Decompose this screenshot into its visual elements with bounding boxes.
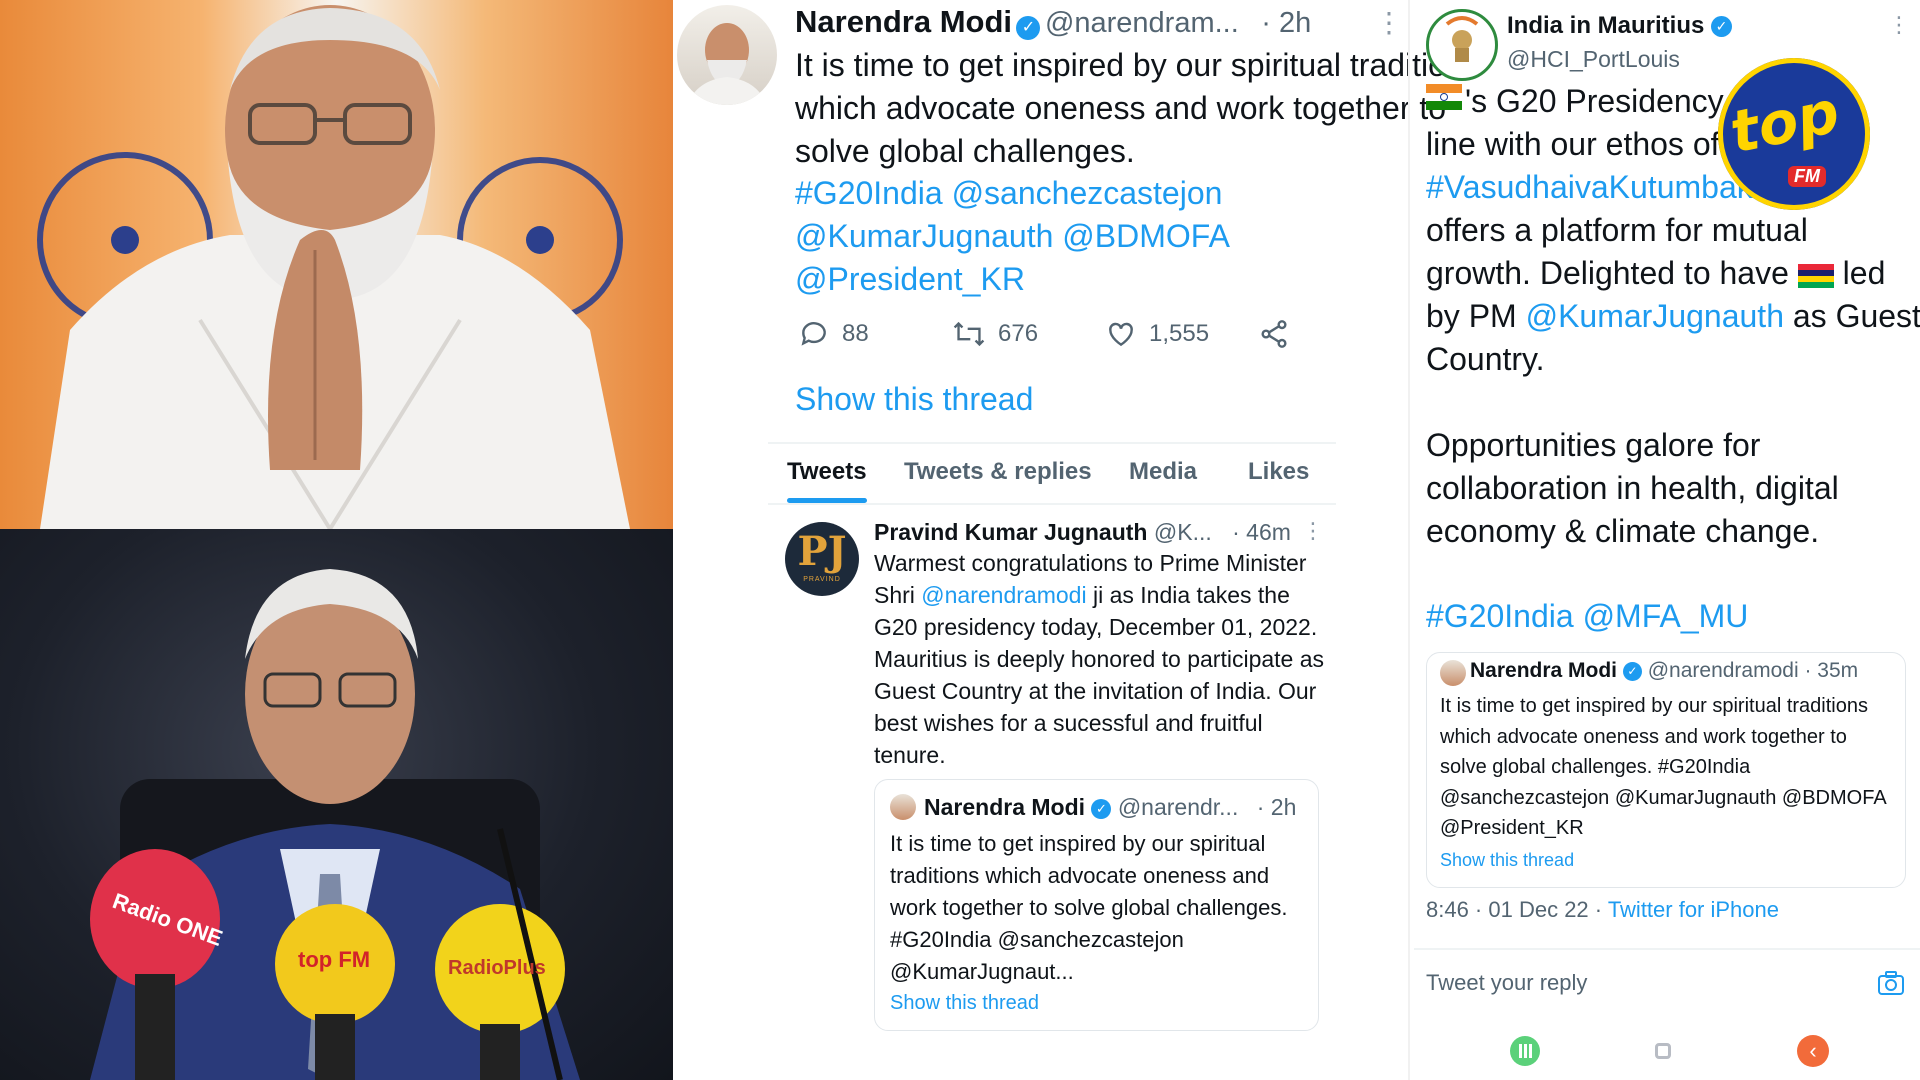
hci-quote-handle: @narendramodi · 35m bbox=[1647, 659, 1859, 682]
tabs-divider-bottom bbox=[768, 503, 1336, 505]
show-this-thread-link[interactable]: Show this thread bbox=[795, 381, 1033, 418]
reply-icon bbox=[801, 322, 826, 346]
tabs-divider-top bbox=[768, 442, 1336, 444]
jugnauth-mention[interactable]: @narendramodi bbox=[921, 582, 1086, 608]
verified-badge-icon: ✓ bbox=[1016, 15, 1041, 40]
hci-line4-b: led bbox=[1833, 255, 1886, 291]
quote-avatar bbox=[890, 794, 916, 820]
jugnauth-avatar[interactable]: PJ PRAVIND bbox=[785, 522, 859, 596]
emblem-icon bbox=[1445, 16, 1479, 62]
quote-handle: @narendr... bbox=[1117, 794, 1239, 820]
modi-tweet-header: Narendra Modi ✓ @narendram... · 2h bbox=[795, 4, 1311, 40]
modi-tweet-tag-line-3[interactable]: @President_KR bbox=[795, 258, 1495, 301]
hci-quote-verified-icon: ✓ bbox=[1622, 661, 1642, 681]
more-options-icon[interactable]: ⋮ bbox=[1375, 6, 1403, 39]
quote-header: Narendra Modi ✓ @narendr... · 2h bbox=[924, 794, 1296, 821]
modi-tweet-text: It is time to get inspired by our spirit… bbox=[795, 47, 1480, 169]
quote-name: Narendra Modi bbox=[924, 794, 1086, 820]
jugnauth-time[interactable]: · 46m bbox=[1232, 519, 1291, 545]
back-icon[interactable]: ‹ bbox=[1797, 1035, 1829, 1067]
jugnauth-more-icon[interactable]: ⋮ bbox=[1302, 518, 1324, 544]
modi-tweet-time[interactable]: · 2h bbox=[1261, 7, 1311, 39]
camera-icon[interactable] bbox=[1877, 970, 1905, 1001]
jugnauth-tweet-text: Warmest congratulations to Prime Ministe… bbox=[874, 547, 1334, 771]
top-fm-logo: top FM bbox=[1718, 58, 1870, 210]
like-action[interactable]: 1,555 bbox=[1105, 318, 1209, 350]
retweet-action[interactable]: 676 bbox=[952, 318, 1038, 350]
jugnauth-avatar-monogram: PJ bbox=[797, 528, 847, 575]
hci-text-line-3: offers a platform for mutual bbox=[1426, 212, 1808, 248]
retweet-count: 676 bbox=[998, 320, 1039, 347]
jugnauth-tweet-header: Pravind Kumar Jugnauth @K... · 46m bbox=[874, 519, 1291, 546]
modi-avatar[interactable] bbox=[677, 5, 777, 105]
hci-quote-show-thread-link[interactable]: Show this thread bbox=[1440, 850, 1574, 871]
quote-show-thread-link[interactable]: Show this thread bbox=[890, 992, 1039, 1015]
tab-tweets-replies[interactable]: Tweets & replies bbox=[904, 458, 1092, 486]
hci-text-line-4: growth. Delighted to have led bbox=[1426, 252, 1896, 295]
quote-time: · 2h bbox=[1256, 794, 1297, 820]
tab-tweets[interactable]: Tweets bbox=[787, 458, 867, 486]
jugnauth-avatar-sub: PRAVIND bbox=[803, 576, 841, 583]
hci-paragraph-2: Opportunities galore for collaboration i… bbox=[1426, 427, 1839, 549]
modi-tweet-handle[interactable]: @narendram... bbox=[1045, 7, 1239, 39]
hci-tags[interactable]: #G20India @MFA_MU bbox=[1426, 595, 1896, 638]
hci-line5-b: as Guest bbox=[1783, 298, 1920, 334]
tweet-reply-input[interactable]: Tweet your reply bbox=[1426, 970, 1587, 996]
hci-timestamp: 8:46 · 01 Dec 22 · bbox=[1426, 897, 1608, 922]
reply-action[interactable]: 88 bbox=[798, 318, 869, 350]
column-divider bbox=[1408, 0, 1410, 1080]
reply-count: 88 bbox=[842, 320, 869, 347]
tab-media[interactable]: Media bbox=[1129, 458, 1197, 486]
jugnauth-text-after: ji as India takes the G20 presidency tod… bbox=[874, 582, 1325, 768]
hci-tweet-meta: 8:46 · 01 Dec 22 · Twitter for iPhone bbox=[1426, 897, 1779, 923]
hci-quote-name: Narendra Modi bbox=[1470, 659, 1618, 682]
jugnauth-photo-art bbox=[90, 569, 580, 1080]
like-count: 1,555 bbox=[1149, 320, 1210, 347]
share-icon[interactable] bbox=[1258, 318, 1290, 355]
hci-avatar[interactable] bbox=[1426, 9, 1498, 81]
hci-mention-jugnauth[interactable]: @KumarJugnauth bbox=[1526, 298, 1784, 334]
tab-likes[interactable]: Likes bbox=[1248, 458, 1309, 486]
quote-text: It is time to get inspired by our spirit… bbox=[890, 831, 1288, 984]
mauritius-flag-icon bbox=[1797, 263, 1834, 288]
hci-quote-header: Narendra Modi ✓ @narendramodi · 35m bbox=[1470, 659, 1858, 683]
modi-photo-art bbox=[37, 5, 630, 529]
modi-photo bbox=[0, 0, 673, 529]
hci-text-line-6: Country. bbox=[1426, 341, 1545, 377]
hci-header: India in Mauritius ✓ bbox=[1507, 12, 1733, 40]
modi-avatar-art bbox=[687, 23, 767, 105]
hci-text-line-5: by PM @KumarJugnauth as Guest bbox=[1426, 295, 1920, 338]
hci-handle[interactable]: @HCI_PortLouis bbox=[1507, 46, 1680, 73]
mic-label-radioplus: RadioPlus bbox=[448, 957, 546, 979]
recent-apps-icon[interactable] bbox=[1510, 1036, 1540, 1066]
hci-source-link[interactable]: Twitter for iPhone bbox=[1608, 897, 1779, 922]
quote-verified-icon: ✓ bbox=[1091, 798, 1112, 819]
hci-more-icon[interactable]: ⋮ bbox=[1888, 12, 1910, 38]
modi-tweet-tag-line-1[interactable]: #G20India @sanchezcastejon bbox=[795, 172, 1495, 215]
hci-quote-text: It is time to get inspired by our spirit… bbox=[1440, 695, 1886, 839]
india-flag-icon bbox=[1426, 84, 1462, 110]
home-icon[interactable] bbox=[1655, 1043, 1671, 1059]
mic-label-top-fm: top FM bbox=[298, 947, 371, 972]
hci-quote-avatar bbox=[1440, 660, 1466, 686]
retweet-icon bbox=[953, 321, 985, 347]
jugnauth-photo: Radio ONE top FM RadioPlus bbox=[0, 529, 673, 1080]
hci-verified-icon: ✓ bbox=[1711, 16, 1733, 38]
modi-tweet-tag-line-2[interactable]: @KumarJugnauth @BDMOFA bbox=[795, 215, 1495, 258]
top-fm-logo-sub: FM bbox=[1788, 166, 1826, 187]
jugnauth-handle[interactable]: @K... bbox=[1154, 519, 1212, 545]
reply-divider bbox=[1414, 948, 1920, 950]
hci-line4-a: growth. Delighted to have bbox=[1426, 255, 1798, 291]
jugnauth-name[interactable]: Pravind Kumar Jugnauth bbox=[874, 519, 1147, 545]
modi-tweet-name[interactable]: Narendra Modi bbox=[795, 4, 1012, 39]
top-fm-logo-text: top bbox=[1724, 77, 1845, 167]
heart-icon bbox=[1109, 322, 1133, 347]
hci-line5-a: by PM bbox=[1426, 298, 1526, 334]
hci-name[interactable]: India in Mauritius bbox=[1507, 12, 1704, 39]
